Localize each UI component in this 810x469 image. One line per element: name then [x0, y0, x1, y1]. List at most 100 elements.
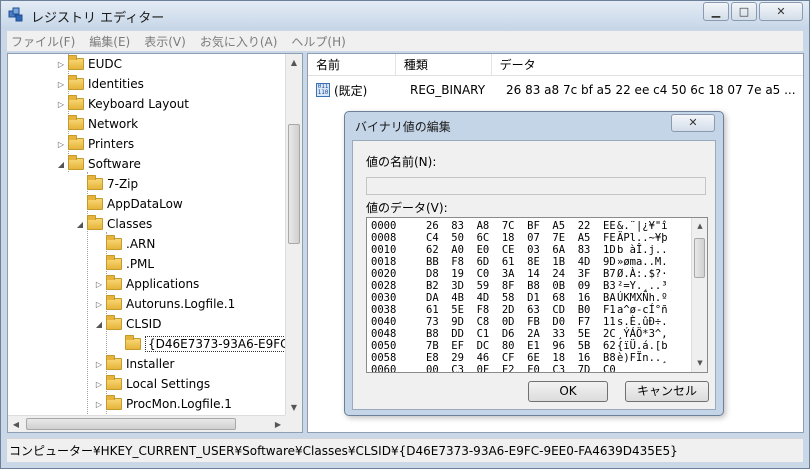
hex-bytes: DA 4B 4D 58 D1 68 16 BA [426, 292, 616, 304]
scroll-down-arrow-icon[interactable]: ▼ [286, 399, 302, 416]
collapse-arrow-icon[interactable]: ◢ [92, 320, 106, 329]
hex-bytes: B2 3D 59 8F B8 0B 09 B3 [426, 280, 616, 292]
tree-item-7zip[interactable]: 7-Zip [73, 174, 138, 194]
expand-arrow-icon[interactable]: ▷ [54, 80, 68, 89]
tree-horizontal-scrollbar[interactable]: ◀ ▶ [8, 415, 287, 432]
tree-item-label: .PML [126, 257, 155, 271]
menu-edit[interactable]: 編集(E) [89, 33, 130, 50]
hex-ascii: ÄPl..~¥þ [617, 232, 668, 244]
dialog-body: 値の名前(N): 値のデータ(V): 0000 26 83 A8 7C BF A5… [352, 140, 716, 410]
status-bar: コンピューター¥HKEY_CURRENT_USER¥Software¥Class… [7, 438, 803, 462]
close-button[interactable]: ✕ [759, 2, 803, 21]
expand-arrow-icon[interactable]: ▷ [54, 60, 68, 69]
scroll-right-arrow-icon[interactable]: ▶ [270, 416, 286, 432]
scroll-up-arrow-icon[interactable]: ▲ [692, 218, 707, 235]
tree-item-label: EUDC [88, 57, 122, 71]
cancel-button[interactable]: キャンセル [625, 381, 709, 402]
maximize-button[interactable]: □ [731, 2, 757, 21]
tree-item-eudc[interactable]: ▷ EUDC [54, 54, 122, 74]
tree-item-label: Network [88, 117, 139, 131]
hex-vertical-scrollbar[interactable]: ▲ ▼ [691, 218, 707, 372]
hex-offset: 0030 [371, 292, 397, 304]
tree-item-clsid[interactable]: ◢ CLSID [92, 314, 161, 334]
tree-item-printers[interactable]: ▷ Printers [54, 134, 134, 154]
value-data-label: 値のデータ(V): [366, 201, 448, 215]
tree-item-label: Applications [126, 277, 200, 291]
column-header-data[interactable]: データ [492, 54, 803, 76]
folder-icon [68, 135, 84, 150]
expand-arrow-icon[interactable]: ▷ [92, 300, 106, 309]
menu-favorites[interactable]: お気に入り(A) [200, 33, 278, 50]
folder-icon [68, 115, 84, 130]
expand-arrow-icon[interactable]: ▷ [54, 100, 68, 109]
tree-item-procmon-logfile[interactable]: ▷ ProcMon.Logfile.1 [92, 394, 232, 414]
folder-icon [106, 235, 122, 250]
tree-item-label: AppDataLow [107, 197, 183, 211]
collapse-arrow-icon[interactable]: ◢ [54, 160, 68, 169]
hex-bytes: D8 19 C0 3A 14 24 3F B7 [426, 268, 616, 280]
tree-item-identities[interactable]: ▷ Identities [54, 74, 144, 94]
tree-item-label: {D46E7373-93A6-E9FC- [145, 336, 296, 352]
hex-bytes: 7B EF DC 80 E1 96 5B 62 [426, 340, 616, 352]
folder-icon [106, 255, 122, 270]
expand-arrow-icon[interactable]: ▷ [92, 380, 106, 389]
tree-item-installer[interactable]: ▷ Installer [92, 354, 174, 374]
hex-ascii: ²=Y.¸..³ [617, 280, 668, 292]
tree-item-autoruns-logfile[interactable]: ▷ Autoruns.Logfile.1 [92, 294, 235, 314]
expand-arrow-icon[interactable]: ▷ [92, 360, 106, 369]
tree-item-local-settings[interactable]: ▷ Local Settings [92, 374, 210, 394]
folder-icon [68, 95, 84, 110]
hex-bytes: BB F8 6D 61 8E 1B 4D 9D [426, 256, 616, 268]
dialog-close-button[interactable]: ✕ [671, 114, 715, 132]
list-header: 名前 種類 データ [308, 54, 803, 76]
hex-bytes: 61 5E F8 2D 63 CD B0 F1 [426, 304, 616, 316]
tree-item-network[interactable]: Network [54, 114, 138, 134]
tree-item-pml[interactable]: .PML [92, 254, 154, 274]
menu-help[interactable]: ヘルプ(H) [291, 33, 345, 50]
ok-button[interactable]: OK [528, 381, 608, 402]
hex-offset: 0008 [371, 232, 397, 244]
hex-offset: 0000 [371, 220, 397, 232]
tree-item-appdatalow[interactable]: AppDataLow [73, 194, 183, 214]
tree-item-keyboard-layout[interactable]: ▷ Keyboard Layout [54, 94, 189, 114]
scroll-up-arrow-icon[interactable]: ▲ [286, 54, 302, 71]
collapse-arrow-icon[interactable]: ◢ [73, 220, 87, 229]
value-name-label: 値の名前(N): [366, 155, 437, 169]
tree-item-label: Classes [107, 217, 153, 231]
menu-file[interactable]: ファイル(F) [11, 33, 75, 50]
folder-icon [68, 155, 84, 170]
list-item[interactable]: 011 110 (既定) REG_BINARY 26 83 a8 7c bf a… [308, 80, 796, 100]
hex-ascii: a^ø-cÍ°ñ [617, 304, 668, 316]
column-header-name[interactable]: 名前 [308, 54, 396, 76]
tree-item-label: ProcMon.Logfile.1 [126, 397, 232, 411]
hex-offset: 0028 [371, 280, 397, 292]
tree-item-clsid-guid[interactable]: {D46E7373-93A6-E9FC- [111, 334, 296, 354]
scroll-down-arrow-icon[interactable]: ▼ [692, 355, 707, 372]
registry-key-tree[interactable]: ▷ EUDC ▷ Identities ▷ Keyboard Layout Ne… [7, 53, 303, 433]
tree-item-software[interactable]: ◢ Software [54, 154, 141, 174]
tree-item-classes[interactable]: ◢ Classes [73, 214, 152, 234]
expand-arrow-icon[interactable]: ▷ [92, 400, 106, 409]
hex-data-editor[interactable]: 0000 26 83 A8 7C BF A5 22 EE &.¨|¿¥"î 0008… [366, 217, 708, 373]
column-header-type[interactable]: 種類 [396, 54, 492, 76]
menu-bar: ファイル(F) 編集(E) 表示(V) お気に入り(A) ヘルプ(H) [7, 31, 803, 51]
scrollbar-thumb[interactable] [26, 418, 236, 430]
tree-item-label: .ARN [126, 237, 156, 251]
hex-offset: 0058 [371, 352, 397, 364]
scrollbar-thumb[interactable] [288, 124, 300, 244]
expand-arrow-icon[interactable]: ▷ [92, 280, 106, 289]
menu-view[interactable]: 表示(V) [144, 33, 186, 50]
scrollbar-thumb[interactable] [694, 238, 705, 278]
hex-bytes: 62 A0 E0 CE 03 6A 83 1D [426, 244, 616, 256]
expand-arrow-icon[interactable]: ▷ [54, 140, 68, 149]
hex-bytes: 73 9D C8 0D FB D0 F7 11 [426, 316, 616, 328]
title-bar: レジストリ エディター ▁ □ ✕ [1, 1, 809, 29]
value-name: (既定) [334, 83, 368, 98]
minimize-button[interactable]: ▁ [703, 2, 729, 21]
tree-item-applications[interactable]: ▷ Applications [92, 274, 199, 294]
scroll-left-arrow-icon[interactable]: ◀ [8, 416, 24, 432]
hex-ascii: ÚKMXÑh.º [617, 292, 668, 304]
registry-editor-window: レジストリ エディター ▁ □ ✕ ファイル(F) 編集(E) 表示(V) お気… [0, 0, 810, 469]
tree-vertical-scrollbar[interactable]: ▲ ▼ [285, 54, 302, 416]
tree-item-arn[interactable]: .ARN [92, 234, 155, 254]
